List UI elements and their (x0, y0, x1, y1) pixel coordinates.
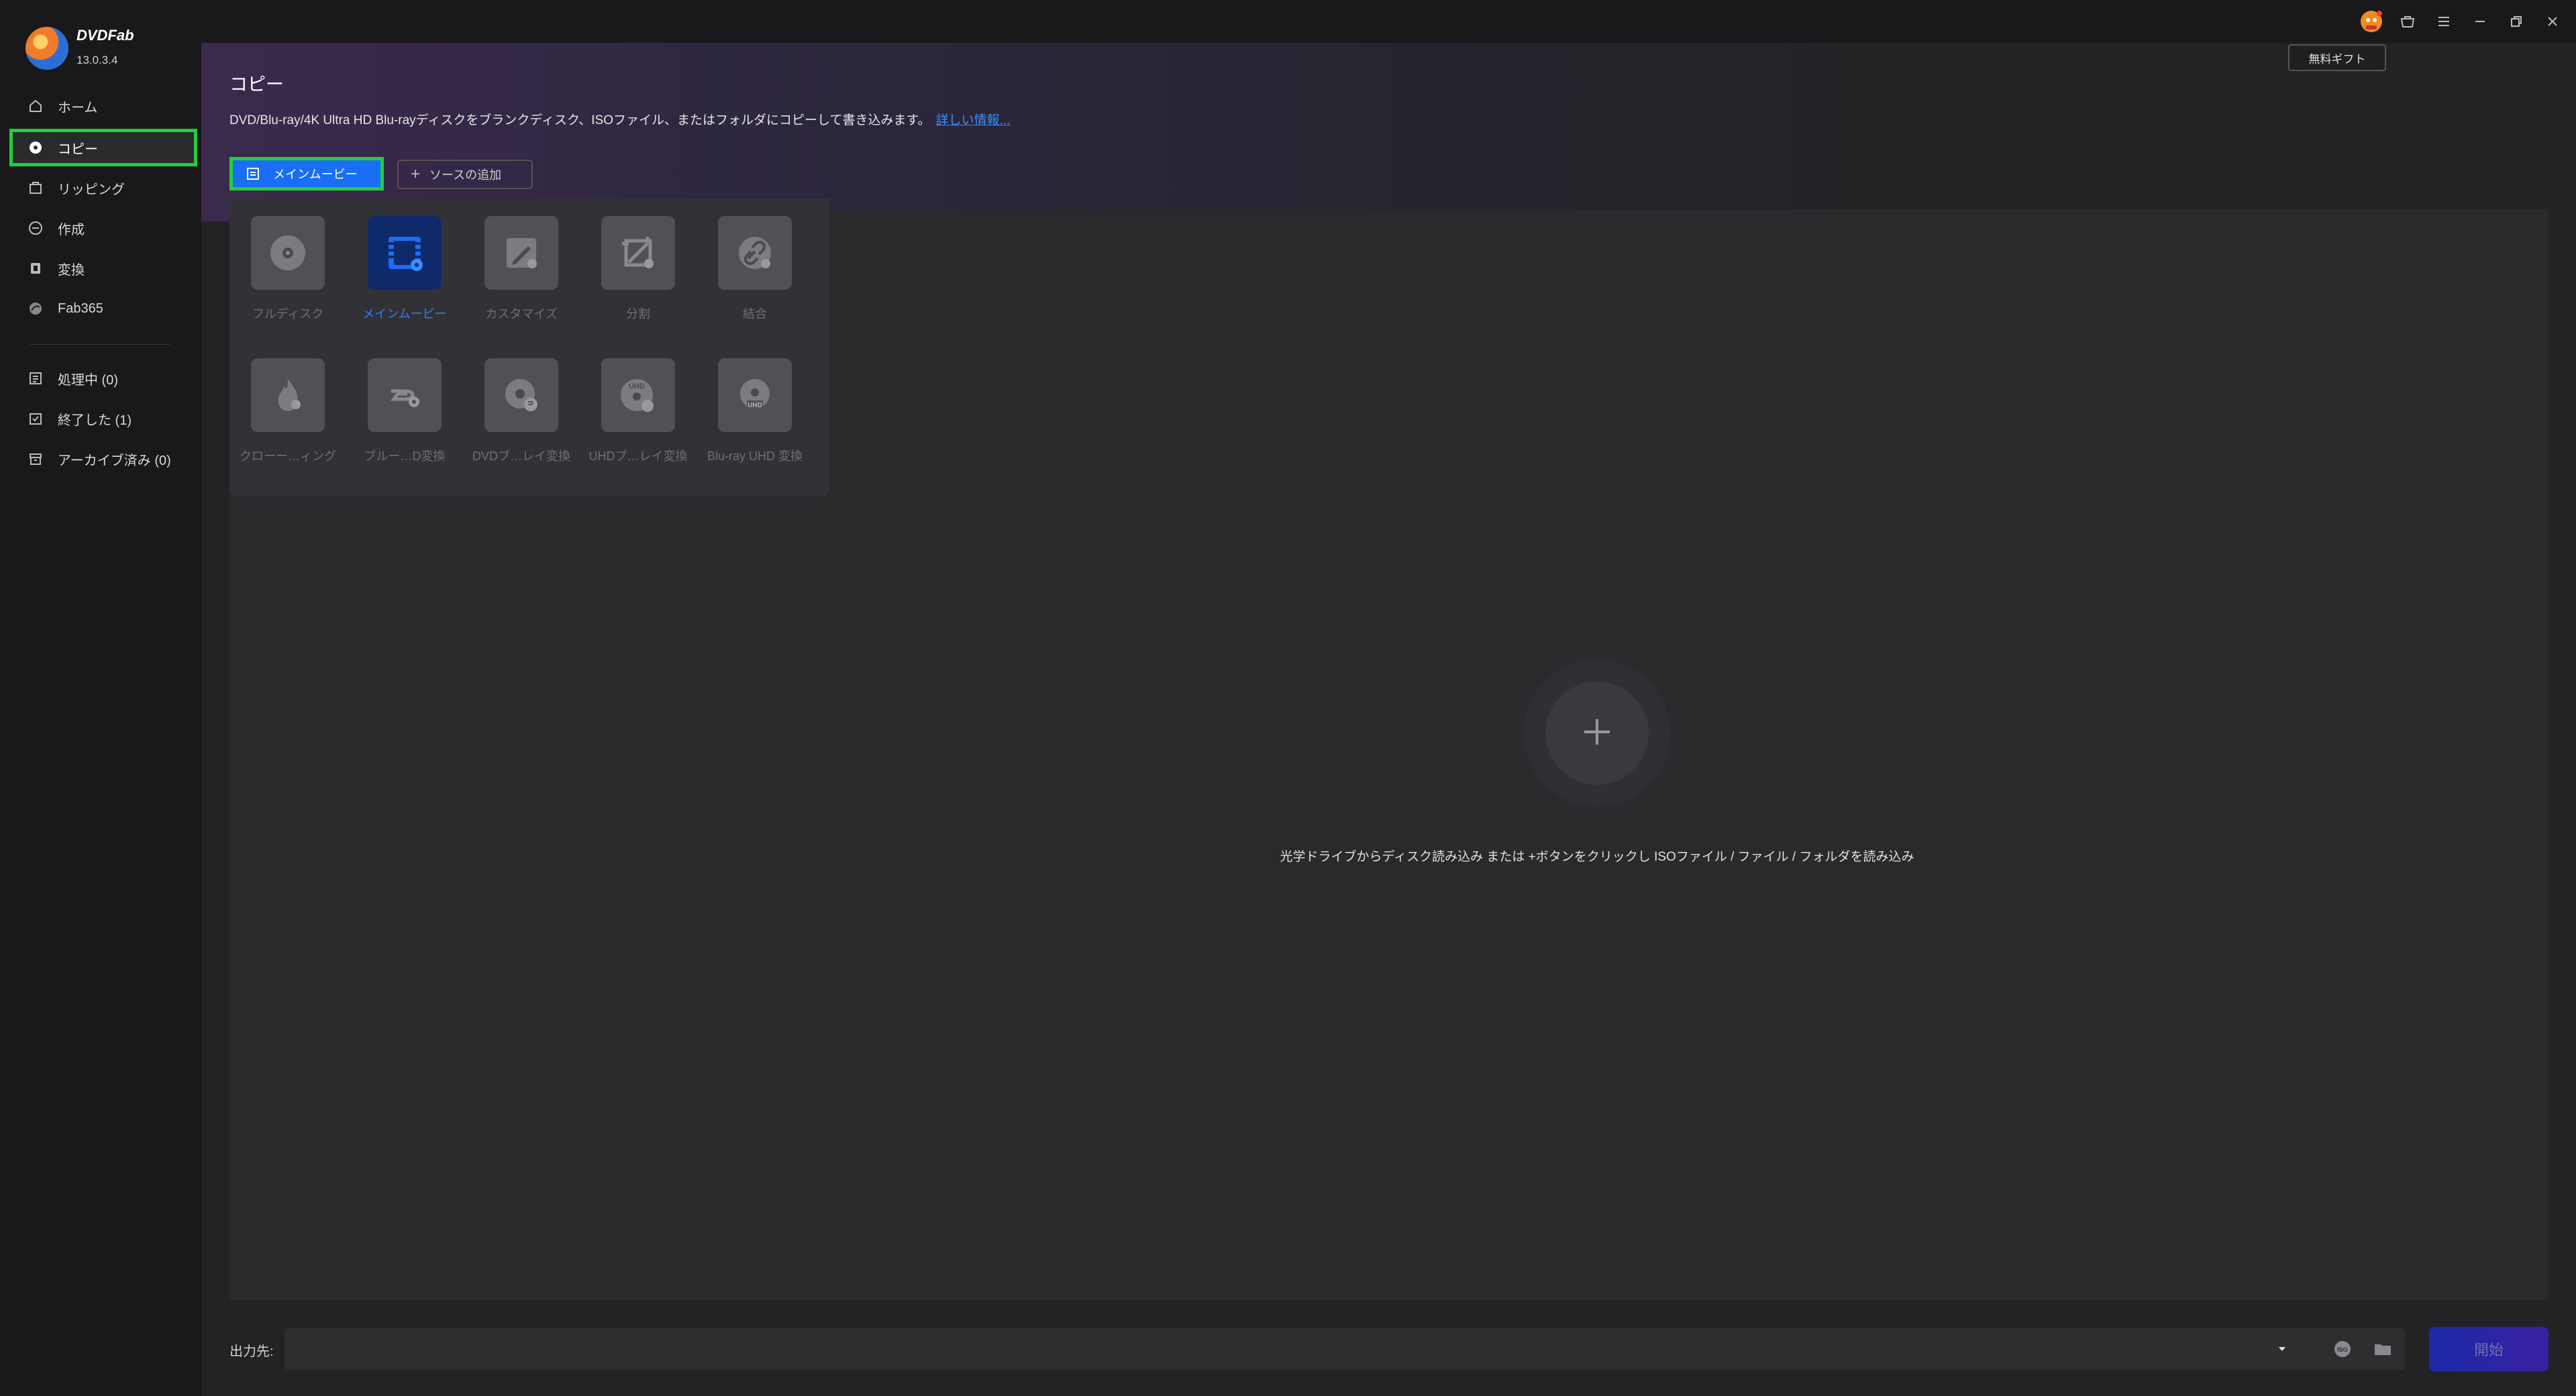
main-movie-icon (368, 216, 442, 290)
bluray-to-uhd-icon: UHD (718, 358, 792, 432)
app-logo (25, 27, 68, 70)
mode-full-disc[interactable]: フルディスク (229, 216, 346, 322)
sidebar-item-processing[interactable]: 処理中 (0) (9, 360, 197, 397)
sidebar-item-label: 処理中 (0) (58, 372, 118, 388)
mode-label: カスタマイズ (485, 307, 558, 321)
merge-icon (718, 216, 792, 290)
uhd-to-bluray-icon: UHD (601, 358, 675, 432)
mode-label: DVDブ…レイ変換 (472, 449, 570, 463)
restore-icon[interactable] (2504, 9, 2528, 34)
copy-mode-panel: フルディスク メインムービー カスタマイズ 分割 結合 クローー…ィング ブルー… (229, 199, 829, 496)
mode-customize[interactable]: カスタマイズ (463, 216, 580, 322)
svg-text:UHD: UHD (629, 382, 645, 390)
sidebar-divider (30, 344, 170, 345)
fab365-icon (28, 301, 43, 316)
plus-icon: + (411, 165, 421, 183)
converter-icon (28, 261, 43, 276)
free-gift-button[interactable]: 無料ギフト (2288, 44, 2386, 71)
menu-icon[interactable] (2432, 9, 2456, 34)
output-path-field[interactable] (285, 1328, 2405, 1370)
minimize-icon[interactable] (2468, 9, 2492, 34)
finished-icon (28, 411, 43, 426)
app-version: 13.0.3.4 (76, 54, 118, 66)
ripper-icon (28, 180, 43, 195)
sidebar-item-ripper[interactable]: リッピング (9, 169, 197, 207)
sidebar-item-label: ホーム (58, 100, 98, 115)
start-button[interactable]: 開始 (2429, 1327, 2548, 1371)
mode-label: 分割 (626, 307, 650, 321)
main-panel: 無料ギフト コピー DVD/Blu-ray/4K Ultra HD Blu-ra… (201, 0, 2576, 1396)
sidebar-item-home[interactable]: ホーム (9, 87, 197, 125)
mode-label: メインムービー (362, 307, 447, 321)
processing-icon (28, 371, 43, 386)
mode-clone-burn[interactable]: クローー…ィング (229, 358, 346, 464)
app-brand: DVDFab (76, 27, 134, 44)
creator-icon (28, 221, 43, 235)
mode-dvd-to-bluray[interactable]: DVDブ…レイ変換 (463, 358, 580, 464)
mode-label: UHDブ…レイ変換 (588, 449, 688, 463)
clone-burn-icon (251, 358, 325, 432)
mode-label: クローー…ィング (240, 449, 336, 463)
mode-uhd-to-bluray[interactable]: UHD UHDブ…レイ変換 (580, 358, 697, 464)
iso-icon[interactable]: ISO (2331, 1339, 2354, 1359)
chevron-down-icon[interactable] (2272, 1339, 2292, 1359)
page-title: コピー (229, 74, 284, 95)
sidebar-item-archived[interactable]: アーカイブ済み (0) (9, 440, 197, 478)
mode-label: Blu-ray UHD 変換 (707, 449, 803, 463)
mode-main-movie[interactable]: メインムービー (346, 216, 463, 322)
split-icon (601, 216, 675, 290)
add-source-label: ソースの追加 (429, 168, 502, 182)
output-label: 出力先: (229, 1344, 274, 1359)
sidebar: DVDFab 13.0.3.4 ホーム コピー リッピング 作成 変換 Fab3… (0, 0, 201, 1396)
sidebar-item-label: 変換 (58, 262, 85, 278)
sidebar-item-label: コピー (58, 142, 98, 157)
more-info-link[interactable]: 詳しい情報... (936, 113, 1011, 127)
mode-bluray-to-dvd[interactable]: ブルー…D変換 (346, 358, 463, 464)
sidebar-item-label: Fab365 (58, 301, 103, 316)
add-source-plus-button[interactable] (1545, 682, 1649, 785)
customize-icon (484, 216, 558, 290)
copy-mode-label: メインムービー (273, 168, 358, 181)
add-source-button[interactable]: + ソースの追加 (397, 160, 533, 189)
sidebar-item-label: リッピング (58, 182, 125, 197)
svg-text:ISO: ISO (2337, 1346, 2348, 1353)
sidebar-item-copy[interactable]: コピー (9, 129, 197, 166)
dvd-to-bluray-icon (484, 358, 558, 432)
svg-text:UHD: UHD (748, 402, 762, 409)
sidebar-item-label: 作成 (58, 222, 85, 237)
folder-icon[interactable] (2371, 1339, 2394, 1359)
mode-label: 結合 (743, 307, 767, 321)
sidebar-item-fab365[interactable]: Fab365 (9, 290, 197, 327)
bluray-to-dvd-icon (368, 358, 442, 432)
sidebar-item-label: 終了した (1) (58, 413, 132, 428)
mode-bluray-to-uhd[interactable]: UHD Blu-ray UHD 変換 (697, 358, 813, 464)
mascot-icon[interactable] (2359, 9, 2383, 34)
copy-mode-button[interactable]: メインムービー (229, 157, 384, 191)
drop-hint: 光学ドライブからディスク読み込み または +ボタンをクリックし ISOファイル … (1280, 850, 1914, 864)
mode-merge[interactable]: 結合 (697, 216, 813, 322)
home-icon (28, 99, 43, 113)
copy-disc-icon (28, 140, 43, 155)
archive-icon (28, 451, 43, 466)
store-icon[interactable] (2395, 9, 2420, 34)
sidebar-item-finished[interactable]: 終了した (1) (9, 400, 197, 437)
close-icon[interactable] (2540, 9, 2565, 34)
title-bar (201, 0, 2576, 43)
full-disc-icon (251, 216, 325, 290)
mode-list-icon (246, 167, 260, 180)
mode-label: フルディスク (252, 307, 324, 321)
mode-label: ブルー…D変換 (364, 449, 446, 463)
sidebar-item-converter[interactable]: 変換 (9, 250, 197, 287)
mode-split[interactable]: 分割 (580, 216, 697, 322)
page-description: DVD/Blu-ray/4K Ultra HD Blu-rayディスクをブランク… (229, 110, 1010, 128)
sidebar-item-creator[interactable]: 作成 (9, 209, 197, 247)
plus-icon (1579, 714, 1615, 753)
sidebar-item-label: アーカイブ済み (0) (58, 453, 171, 468)
description-text: DVD/Blu-ray/4K Ultra HD Blu-rayディスクをブランク… (229, 113, 931, 127)
